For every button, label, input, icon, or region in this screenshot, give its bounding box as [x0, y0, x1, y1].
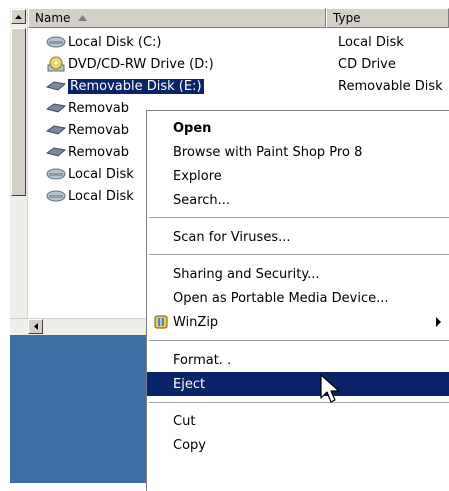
list-item-type: Local Disk [338, 34, 404, 50]
menu-item-scan-viruses[interactable]: Scan for Viruses... [147, 225, 449, 249]
menu-item-eject-label: Eject [173, 376, 206, 392]
sort-ascending-icon [78, 15, 88, 21]
menu-item-explore[interactable]: Explore [147, 164, 449, 188]
arrow-up-icon [15, 14, 22, 19]
menu-item-cut-label: Cut [173, 413, 196, 429]
list-item-selected[interactable]: Removable Disk (E:) [46, 75, 204, 97]
cd-drive-icon [46, 56, 68, 72]
menu-item-sharing-security[interactable]: Sharing and Security... [147, 262, 449, 286]
list-item[interactable]: Local Disk [46, 185, 134, 207]
list-item[interactable]: Removab [46, 97, 129, 119]
arrow-left-icon [33, 323, 38, 330]
list-item-name: Removab [68, 122, 129, 138]
list-item[interactable]: DVD/CD-RW Drive (D:) [46, 53, 214, 75]
menu-item-open[interactable]: Open [147, 116, 449, 140]
list-item[interactable]: Local Disk [46, 163, 134, 185]
list-item[interactable]: Removab [46, 119, 129, 141]
scroll-up-button[interactable] [11, 9, 26, 24]
menu-item-open-label: Open [173, 120, 212, 136]
scroll-left-button[interactable] [28, 319, 43, 334]
menu-separator [149, 254, 449, 256]
menu-item-search[interactable]: Search... [147, 188, 449, 212]
menu-item-copy-label: Copy [173, 437, 206, 453]
winzip-icon [153, 314, 169, 334]
menu-separator [149, 217, 449, 219]
local-disk-icon [46, 166, 68, 182]
column-header-type-label: Type [333, 11, 361, 25]
mouse-cursor-icon [320, 374, 346, 412]
menu-item-browse-paint-shop[interactable]: Browse with Paint Shop Pro 8 [147, 140, 449, 164]
list-item[interactable]: Removab [46, 141, 129, 163]
menu-item-format-label: Format. . [173, 352, 232, 368]
submenu-arrow-icon [436, 317, 441, 327]
list-item-name: Removab [68, 100, 129, 116]
list-item[interactable]: Local Disk (C:) [46, 31, 161, 53]
desktop-background [10, 335, 147, 483]
column-header-name[interactable]: Name [28, 8, 326, 28]
local-disk-icon [46, 188, 68, 204]
list-item-name: DVD/CD-RW Drive (D:) [68, 56, 214, 72]
menu-item-winzip[interactable]: WinZip [147, 310, 449, 334]
column-header-type[interactable]: Type [326, 8, 449, 28]
removable-disk-icon [46, 78, 68, 94]
menu-separator [149, 340, 449, 342]
menu-item-portable-label: Open as Portable Media Device... [173, 290, 389, 306]
list-item-name: Local Disk (C:) [68, 34, 162, 50]
list-item-name: Removab [68, 144, 129, 160]
removable-disk-icon [46, 122, 68, 138]
menu-item-format[interactable]: Format. . [147, 348, 449, 372]
list-item-name: Local Disk [68, 188, 134, 204]
menu-item-search-label: Search... [173, 192, 231, 208]
menu-item-copy[interactable]: Copy [147, 433, 449, 457]
list-item-name: Removable Disk (E:) [68, 78, 204, 94]
local-disk-icon [46, 34, 68, 50]
menu-item-cut[interactable]: Cut [147, 409, 449, 433]
removable-disk-icon [46, 144, 68, 160]
list-item-type: Removable Disk [338, 78, 443, 94]
vertical-scroll-thumb[interactable] [11, 28, 26, 196]
menu-item-scan-label: Scan for Viruses... [173, 229, 291, 245]
context-menu: Open Browse with Paint Shop Pro 8 Explor… [146, 110, 449, 491]
menu-separator [149, 402, 449, 404]
menu-item-eject[interactable]: Eject [147, 372, 449, 396]
column-header-name-label: Name [35, 11, 71, 25]
menu-item-explore-label: Explore [173, 168, 222, 184]
list-item-type: CD Drive [338, 56, 396, 72]
menu-item-sharing-label: Sharing and Security... [173, 266, 320, 282]
menu-item-winzip-label: WinZip [173, 314, 219, 330]
menu-item-browse-label: Browse with Paint Shop Pro 8 [173, 144, 363, 160]
list-item-name: Local Disk [68, 166, 134, 182]
removable-disk-icon [46, 100, 68, 116]
menu-item-open-portable-device[interactable]: Open as Portable Media Device... [147, 286, 449, 310]
